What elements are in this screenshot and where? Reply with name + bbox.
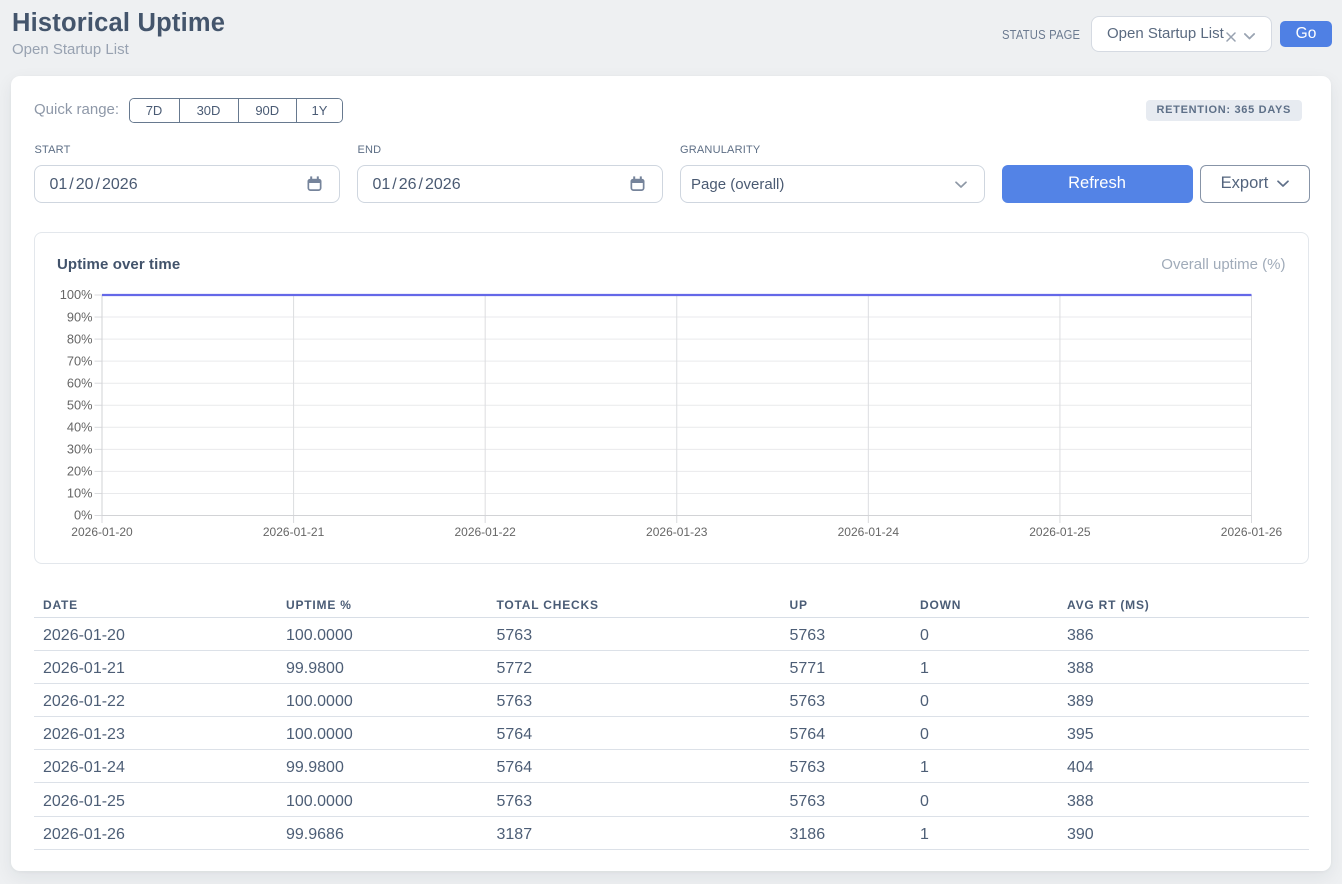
svg-text:2026-01-23: 2026-01-23 [646, 525, 708, 539]
svg-text:2026-01-26: 2026-01-26 [1221, 525, 1283, 539]
svg-text:2026-01-22: 2026-01-22 [454, 525, 516, 539]
svg-text:60%: 60% [67, 375, 93, 390]
svg-text:100%: 100% [60, 287, 93, 302]
svg-text:80%: 80% [67, 331, 93, 346]
svg-text:30%: 30% [67, 441, 93, 456]
svg-text:90%: 90% [67, 309, 93, 324]
svg-text:0%: 0% [74, 507, 93, 522]
svg-text:10%: 10% [67, 485, 93, 500]
svg-text:20%: 20% [67, 463, 93, 478]
svg-text:70%: 70% [67, 353, 93, 368]
svg-text:50%: 50% [67, 397, 93, 412]
svg-text:2026-01-20: 2026-01-20 [71, 525, 133, 539]
svg-text:2026-01-24: 2026-01-24 [838, 525, 900, 539]
svg-text:2026-01-21: 2026-01-21 [263, 525, 325, 539]
svg-text:2026-01-25: 2026-01-25 [1029, 525, 1091, 539]
svg-text:40%: 40% [67, 419, 93, 434]
